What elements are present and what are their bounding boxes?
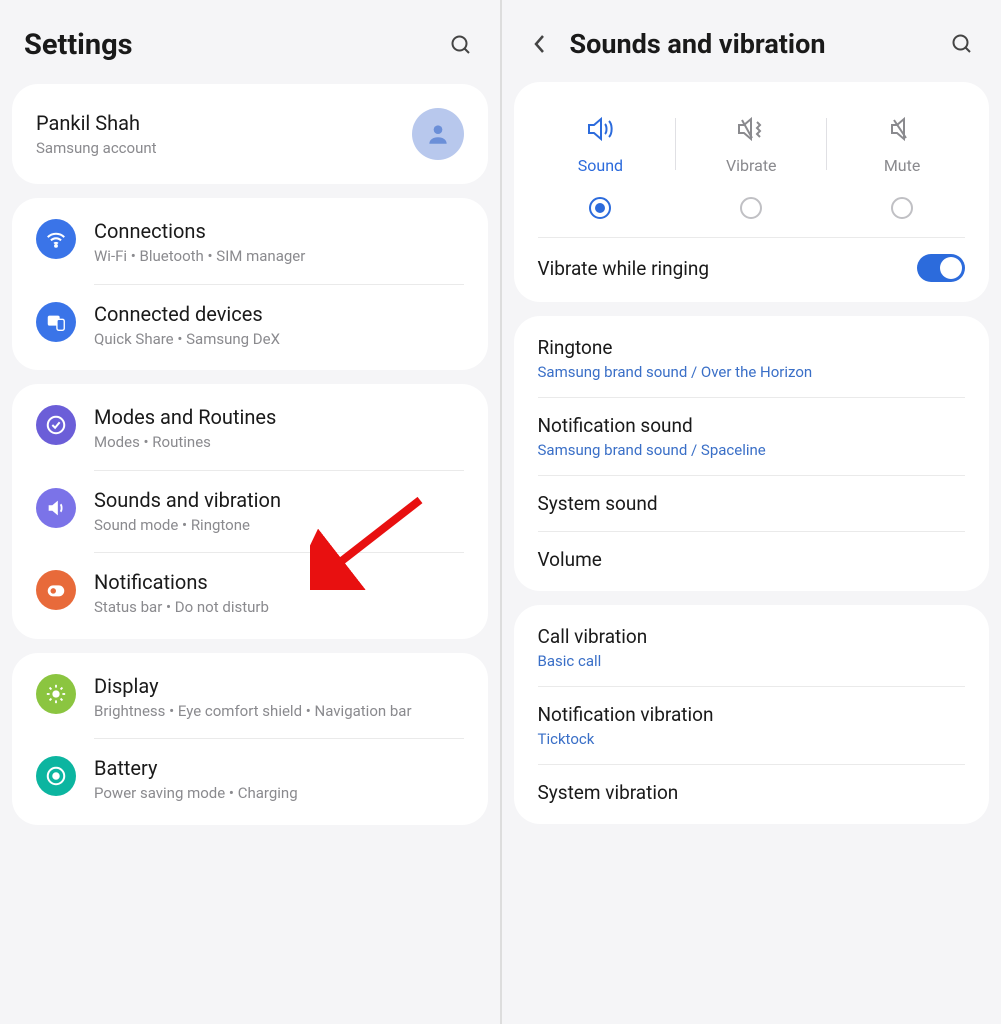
account-sub: Samsung account [36, 139, 412, 157]
setting-sub: Sound mode • Ringtone [94, 516, 464, 536]
mode-label: Mute [884, 156, 921, 175]
list-title: Notification vibration [538, 703, 966, 726]
setting-title: Modes and Routines [94, 405, 464, 429]
setting-sub: Status bar • Do not disturb [94, 598, 464, 618]
sound-icon [36, 488, 76, 528]
settings-group-0: Connections Wi-Fi • Bluetooth • SIM mana… [12, 198, 488, 370]
setting-title: Connected devices [94, 302, 464, 326]
list-title: Ringtone [538, 336, 966, 359]
sound-on-icon [585, 116, 615, 142]
sound-mode-selector: Sound Vibrate Mute [514, 86, 990, 237]
search-button[interactable] [947, 29, 977, 59]
list-sub: Samsung brand sound / Over the Horizon [538, 363, 966, 381]
mode-mute[interactable]: Mute [827, 114, 977, 219]
sounds-header: Sounds and vibration [502, 0, 1001, 82]
account-row[interactable]: Pankil Shah Samsung account [12, 88, 488, 180]
chevron-left-icon [531, 32, 547, 56]
setting-sub: Power saving mode • Charging [94, 784, 464, 804]
search-icon [950, 32, 974, 56]
list-title: Call vibration [538, 625, 966, 648]
avatar [412, 108, 464, 160]
list-sub: Ticktock [538, 730, 966, 748]
vibration-settings-card: Call vibration Basic call Notification v… [514, 605, 990, 824]
radio-icon [891, 197, 913, 219]
setting-display[interactable]: Display Brightness • Eye comfort shield … [12, 657, 488, 739]
account-card: Pankil Shah Samsung account [12, 84, 488, 184]
setting-battery[interactable]: Battery Power saving mode • Charging [12, 739, 488, 821]
setting-connected-devices[interactable]: Connected devices Quick Share • Samsung … [12, 285, 488, 367]
wifi-icon [36, 219, 76, 259]
setting-notifications[interactable]: Notifications Status bar • Do not distur… [12, 553, 488, 635]
mode-label: Sound [578, 156, 623, 175]
setting-sub: Wi-Fi • Bluetooth • SIM manager [94, 247, 464, 267]
list-sub: Basic call [538, 652, 966, 670]
settings-group-1: Modes and Routines Modes • Routines Soun… [12, 384, 488, 639]
setting-title: Notifications [94, 570, 464, 594]
setting-title: Sounds and vibration [94, 488, 464, 512]
devices-icon [36, 302, 76, 342]
page-title: Sounds and vibration [570, 28, 948, 60]
search-icon [449, 33, 473, 57]
radio-icon [589, 197, 611, 219]
list-title: Volume [538, 548, 966, 571]
sounds-vibration-pane: Sounds and vibration Sound Vibrate [502, 0, 1001, 1024]
setting-system-vibration[interactable]: System vibration [514, 765, 990, 820]
setting-vibrate-while-ringing[interactable]: Vibrate while ringing [514, 238, 990, 298]
mode-vibrate[interactable]: Vibrate [676, 114, 826, 219]
modes-icon [36, 405, 76, 445]
setting-title: Battery [94, 756, 464, 780]
setting-sub: Modes • Routines [94, 433, 464, 453]
toggle-switch[interactable] [917, 254, 965, 282]
setting-call-vibration[interactable]: Call vibration Basic call [514, 609, 990, 686]
setting-volume[interactable]: Volume [514, 532, 990, 587]
notifications-icon [36, 570, 76, 610]
person-icon [425, 121, 451, 147]
account-name: Pankil Shah [36, 111, 412, 135]
setting-ringtone[interactable]: Ringtone Samsung brand sound / Over the … [514, 320, 990, 397]
battery-icon [36, 756, 76, 796]
settings-pane: Settings Pankil Shah Samsung account Con… [0, 0, 500, 1024]
setting-sub: Brightness • Eye comfort shield • Naviga… [94, 702, 464, 722]
setting-system-sound[interactable]: System sound [514, 476, 990, 531]
list-title: System sound [538, 492, 966, 515]
back-button[interactable] [526, 31, 552, 57]
mode-label: Vibrate [726, 156, 777, 175]
search-button[interactable] [446, 30, 476, 60]
display-icon [36, 674, 76, 714]
mute-icon [888, 116, 916, 142]
setting-sounds-vibration[interactable]: Sounds and vibration Sound mode • Ringto… [12, 471, 488, 553]
list-title: System vibration [538, 781, 966, 804]
list-title: Vibrate while ringing [538, 257, 918, 280]
setting-modes-routines[interactable]: Modes and Routines Modes • Routines [12, 388, 488, 470]
page-title: Settings [24, 28, 446, 62]
mode-sound[interactable]: Sound [526, 114, 676, 219]
list-sub: Samsung brand sound / Spaceline [538, 441, 966, 459]
settings-header: Settings [0, 0, 500, 84]
setting-notification-vibration[interactable]: Notification vibration Ticktock [514, 687, 990, 764]
setting-notification-sound[interactable]: Notification sound Samsung brand sound /… [514, 398, 990, 475]
setting-title: Display [94, 674, 464, 698]
sound-settings-card: Ringtone Samsung brand sound / Over the … [514, 316, 990, 591]
setting-sub: Quick Share • Samsung DeX [94, 330, 464, 350]
sound-mode-card: Sound Vibrate Mute V [514, 82, 990, 302]
vibrate-icon [735, 116, 767, 142]
setting-title: Connections [94, 219, 464, 243]
radio-icon [740, 197, 762, 219]
settings-group-2: Display Brightness • Eye comfort shield … [12, 653, 488, 825]
list-title: Notification sound [538, 414, 966, 437]
setting-connections[interactable]: Connections Wi-Fi • Bluetooth • SIM mana… [12, 202, 488, 284]
